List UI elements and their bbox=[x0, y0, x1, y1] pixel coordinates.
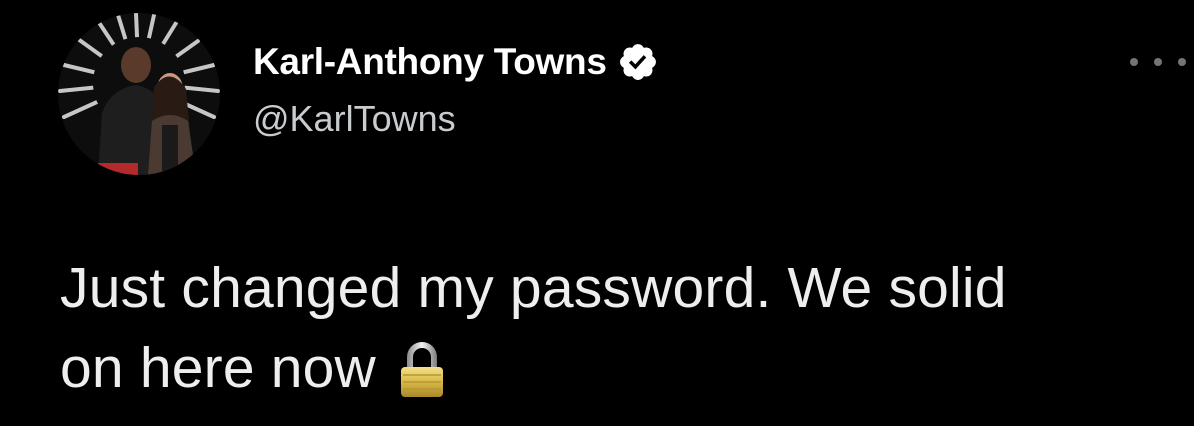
display-name[interactable]: Karl-Anthony Towns bbox=[253, 41, 607, 83]
tweet-text: Just changed my password. We solid on he… bbox=[60, 248, 1170, 408]
tweet-card: Karl-Anthony Towns @KarlTowns Just chang… bbox=[0, 0, 1194, 426]
more-options-icon bbox=[1130, 58, 1138, 66]
more-options-icon bbox=[1154, 58, 1162, 66]
author-name-row: Karl-Anthony Towns bbox=[253, 40, 659, 84]
avatar[interactable] bbox=[58, 13, 220, 175]
tweet-text-line-2: on here now bbox=[60, 328, 1170, 408]
author-handle[interactable]: @KarlTowns bbox=[253, 98, 456, 140]
more-options-button[interactable] bbox=[1130, 52, 1186, 72]
avatar-photo bbox=[58, 13, 220, 175]
more-options-icon bbox=[1178, 58, 1186, 66]
tweet-text-line-1: Just changed my password. We solid bbox=[60, 256, 1007, 320]
verified-badge-icon bbox=[619, 44, 656, 80]
lock-icon bbox=[400, 342, 443, 397]
tweet-text-line-2-text: on here now bbox=[60, 336, 376, 400]
